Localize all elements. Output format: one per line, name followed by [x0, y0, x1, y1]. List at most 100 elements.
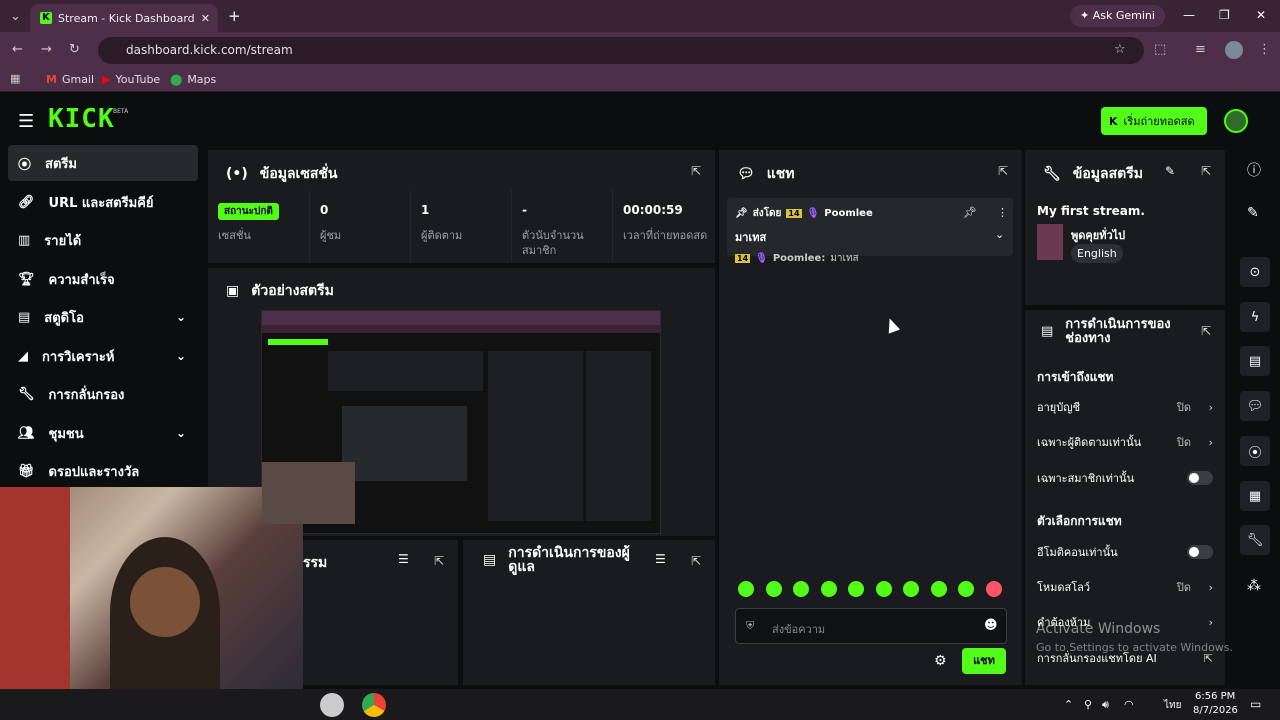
filter-icon[interactable]: ☰ [398, 552, 409, 566]
emote-icon[interactable] [738, 581, 754, 597]
profile-avatar[interactable] [1225, 41, 1243, 59]
broadcast-icon[interactable]: ⦿ [1240, 436, 1270, 466]
popout-icon[interactable]: ⇱ [691, 554, 701, 568]
chart-icon: ▥ [18, 232, 31, 248]
bookmark-star-icon[interactable]: ☆ [1114, 43, 1126, 56]
subscribers-only-toggle[interactable] [1187, 471, 1213, 485]
send-chat-button[interactable]: แชท [962, 648, 1006, 674]
bookmark-maps[interactable]: ⬤ Maps [170, 73, 216, 86]
popout-icon[interactable]: ⇱ [434, 554, 444, 568]
setting-value: ปิด [1176, 401, 1191, 414]
emoji-picker-icon[interactable]: ☻ [984, 618, 998, 633]
emote-icon[interactable] [986, 581, 1002, 597]
clock-date[interactable]: 8/7/2026 [1193, 705, 1238, 716]
popout-icon[interactable]: ⇱ [1201, 164, 1211, 178]
layout-icon[interactable]: ▦ [1240, 481, 1270, 511]
language-tag: English [1071, 244, 1123, 263]
section-heading: การเข้าถึงแชท [1037, 370, 1114, 384]
browser-tab[interactable]: K Stream - Kick Dashboard ✕ [30, 4, 218, 32]
minimize-icon[interactable]: — [1183, 8, 1195, 22]
chat-input[interactable]: ⛨ ส่งข้อความ ☻ [735, 608, 1007, 644]
user-avatar[interactable] [1224, 109, 1248, 133]
ask-gemini-button[interactable]: ✦ Ask Gemini [1070, 5, 1165, 27]
kick-logo[interactable]: KICK [48, 104, 115, 134]
sidebar-item-revenue[interactable]: ▥ รายได้ [8, 222, 198, 258]
chevron-right-icon: › [1208, 400, 1213, 414]
chrome-icon[interactable] [362, 693, 386, 717]
media-player-icon[interactable] [320, 693, 344, 717]
apps-grid-icon[interactable]: ▦ [10, 73, 20, 84]
chat-icon[interactable]: 💬︎ [1240, 391, 1270, 421]
url-field[interactable]: dashboard.kick.com/stream [98, 37, 1144, 64]
edit-pencil-icon[interactable]: ✎ [1247, 205, 1259, 221]
forward-icon[interactable]: → [41, 43, 52, 56]
maximize-icon[interactable]: ❐ [1219, 8, 1230, 22]
pinned-header: 📌︎ ส่งโดย 14 🎙︎ Poomlee [735, 206, 873, 221]
volume-icon[interactable]: 🔊︎ [1102, 698, 1109, 712]
wrench-icon: 🔧︎ [1043, 166, 1061, 182]
reload-icon[interactable]: ↻ [69, 43, 80, 56]
go-live-button[interactable]: K เริ่มถ่ายทอดสด [1101, 107, 1207, 135]
preview-webcam-inset [262, 462, 355, 524]
popout-icon[interactable]: ⇱ [1201, 324, 1211, 338]
new-tab-icon[interactable]: + [228, 7, 241, 25]
setting-followers-only[interactable]: เฉพาะผู้ติดตามเท่านั้น ปิด › [1037, 432, 1217, 452]
kick-k-icon: K [1109, 114, 1118, 128]
sidebar-item-studio[interactable]: ▤ สตูดิโอ ⌄ [8, 299, 198, 335]
emote-icon[interactable] [903, 581, 919, 597]
notifications-icon[interactable]: ▭ [1250, 697, 1261, 711]
back-icon[interactable]: ← [12, 43, 23, 56]
wrench-icon[interactable]: 🔧︎ [1240, 525, 1270, 555]
app-header: ☰ KICK BETA K เริ่มถ่ายทอดสด [0, 97, 1280, 145]
nodes-icon[interactable]: ⁂ [1247, 578, 1261, 594]
emote-icon[interactable] [931, 581, 947, 597]
unpin-icon[interactable]: 📌︎ [963, 206, 977, 219]
sidebar-item-url-key[interactable]: 🔗︎ URL และสตรีมคีย์ [8, 184, 198, 220]
clock-time[interactable]: 6:56 PM [1195, 691, 1235, 702]
popout-icon[interactable]: ⇱ [691, 164, 701, 178]
sidebar-item-label: รายได้ [44, 233, 82, 249]
emote-icon[interactable] [876, 581, 892, 597]
preview-nested [342, 406, 467, 481]
sidebar-item-community[interactable]: 👥︎ ชุมชน ⌄ [8, 415, 198, 451]
network-icon[interactable]: ⚲ [1084, 698, 1092, 711]
emote-only-toggle[interactable] [1187, 545, 1213, 559]
emote-icon[interactable] [848, 581, 864, 597]
sidebar-item-stream[interactable]: ⦿ สตรีม [8, 145, 198, 181]
sidebar-item-drops[interactable]: 🎁︎ ดรอปและรางวัล [8, 453, 198, 489]
emote-icon[interactable] [958, 581, 974, 597]
setting-account-age[interactable]: อายุบัญชี ปิด › [1037, 397, 1217, 417]
emote-icon[interactable] [821, 581, 837, 597]
sidebar-item-achievements[interactable]: 🏆︎ ความสำเร็จ [8, 261, 198, 297]
bookmark-gmail[interactable]: M Gmail [46, 73, 94, 86]
lightning-icon[interactable]: ϟ [1240, 302, 1270, 332]
chevron-down-icon[interactable]: ⌄ [995, 228, 1004, 241]
input-language[interactable]: ไทย [1164, 698, 1181, 713]
tab-list-icon[interactable]: ⌄ [10, 10, 21, 23]
close-window-icon[interactable]: ✕ [1256, 8, 1266, 22]
wifi-icon[interactable]: ◠ [1124, 698, 1134, 711]
hamburger-menu-icon[interactable]: ☰ [18, 111, 34, 132]
sidebar-item-analytics[interactable]: ◢ การวิเคราะห์ ⌄ [8, 338, 198, 374]
pinned-message[interactable]: 📌︎ ส่งโดย 14 🎙︎ Poomlee มาเทส 📌︎ ⋮ ⌄ [727, 198, 1013, 256]
chat-settings-gear-icon[interactable]: ⚙ [934, 653, 947, 669]
info-icon[interactable]: ⓘ [1247, 160, 1261, 180]
emote-icon[interactable] [766, 581, 782, 597]
edit-pencil-icon[interactable]: ✎ [1165, 164, 1175, 178]
close-tab-icon[interactable]: ✕ [201, 12, 210, 25]
document-icon[interactable]: ▤ [1240, 346, 1270, 376]
popout-icon[interactable]: ⇱ [998, 164, 1008, 178]
tray-chevron-icon[interactable]: ⌃ [1064, 698, 1073, 711]
camera-icon[interactable]: ⊙ [1240, 257, 1270, 287]
emote-icon[interactable] [793, 581, 809, 597]
setting-slow-mode[interactable]: โหมดสโลว์ ปิด › [1037, 577, 1217, 597]
menu-kebab-icon[interactable]: ⋮ [1258, 43, 1271, 56]
sidebar-item-moderation[interactable]: 🔧︎ การกลั่นกรอง [8, 376, 198, 412]
filter-icon[interactable]: ☰ [655, 552, 666, 566]
setting-label: อายุบัญชี [1037, 401, 1081, 414]
more-options-icon[interactable]: ⋮ [997, 206, 1008, 219]
preview-panel [488, 351, 583, 521]
media-icon[interactable]: ≡ [1195, 43, 1206, 56]
bookmark-youtube[interactable]: ▶ YouTube [102, 73, 160, 86]
extensions-icon[interactable]: ⬚ [1154, 43, 1166, 56]
